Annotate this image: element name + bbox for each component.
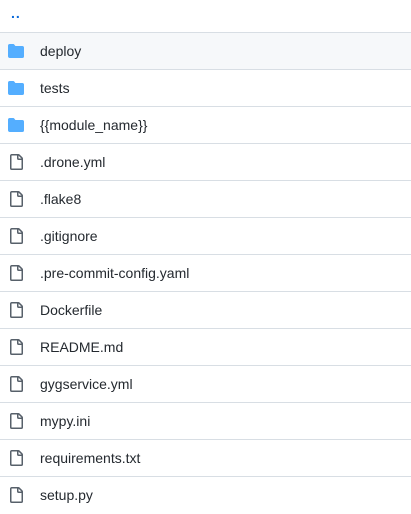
file-list-row[interactable]: tests	[0, 70, 411, 107]
file-link[interactable]: .pre-commit-config.yaml	[40, 255, 189, 291]
file-icon	[10, 191, 23, 207]
file-list-row[interactable]: .drone.yml	[0, 144, 411, 181]
file-list-row[interactable]: requirements.txt	[0, 440, 411, 477]
parent-directory-link[interactable]: ..	[11, 4, 21, 22]
file-list-row[interactable]: setup.py	[0, 477, 411, 514]
file-list-row[interactable]: README.md	[0, 329, 411, 366]
file-list-row[interactable]: Dockerfile	[0, 292, 411, 329]
parent-directory-row[interactable]: ..	[0, 0, 411, 33]
file-list-row[interactable]: mypy.ini	[0, 403, 411, 440]
file-icon	[10, 302, 23, 318]
file-list-row[interactable]: .gitignore	[0, 218, 411, 255]
folder-icon	[8, 44, 24, 58]
file-list-row[interactable]: {{module_name}}	[0, 107, 411, 144]
file-icon	[10, 154, 23, 170]
file-icon	[10, 265, 23, 281]
file-icon	[10, 450, 23, 466]
file-list-row[interactable]: .pre-commit-config.yaml	[0, 255, 411, 292]
file-link[interactable]: README.md	[40, 329, 123, 365]
folder-link[interactable]: {{module_name}}	[40, 107, 147, 143]
file-icon	[10, 339, 23, 355]
file-link[interactable]: .flake8	[40, 181, 81, 217]
folder-link[interactable]: tests	[40, 70, 70, 106]
file-icon	[10, 487, 23, 503]
file-link[interactable]: setup.py	[40, 477, 93, 513]
folder-link[interactable]: deploy	[40, 33, 81, 69]
file-list-row[interactable]: .flake8	[0, 181, 411, 218]
folder-icon	[8, 118, 24, 132]
file-icon	[10, 413, 23, 429]
file-icon	[10, 376, 23, 392]
folder-icon	[8, 81, 24, 95]
file-icon	[10, 228, 23, 244]
file-link[interactable]: mypy.ini	[40, 403, 90, 439]
file-list-row[interactable]: deploy	[0, 33, 411, 70]
file-link[interactable]: gygservice.yml	[40, 366, 133, 402]
file-link[interactable]: .drone.yml	[40, 144, 105, 180]
file-link[interactable]: Dockerfile	[40, 292, 102, 328]
file-link[interactable]: .gitignore	[40, 218, 98, 254]
file-list: .. deploy tests {{module_name}} .drone.y…	[0, 0, 411, 514]
file-link[interactable]: requirements.txt	[40, 440, 140, 476]
file-list-row[interactable]: gygservice.yml	[0, 366, 411, 403]
